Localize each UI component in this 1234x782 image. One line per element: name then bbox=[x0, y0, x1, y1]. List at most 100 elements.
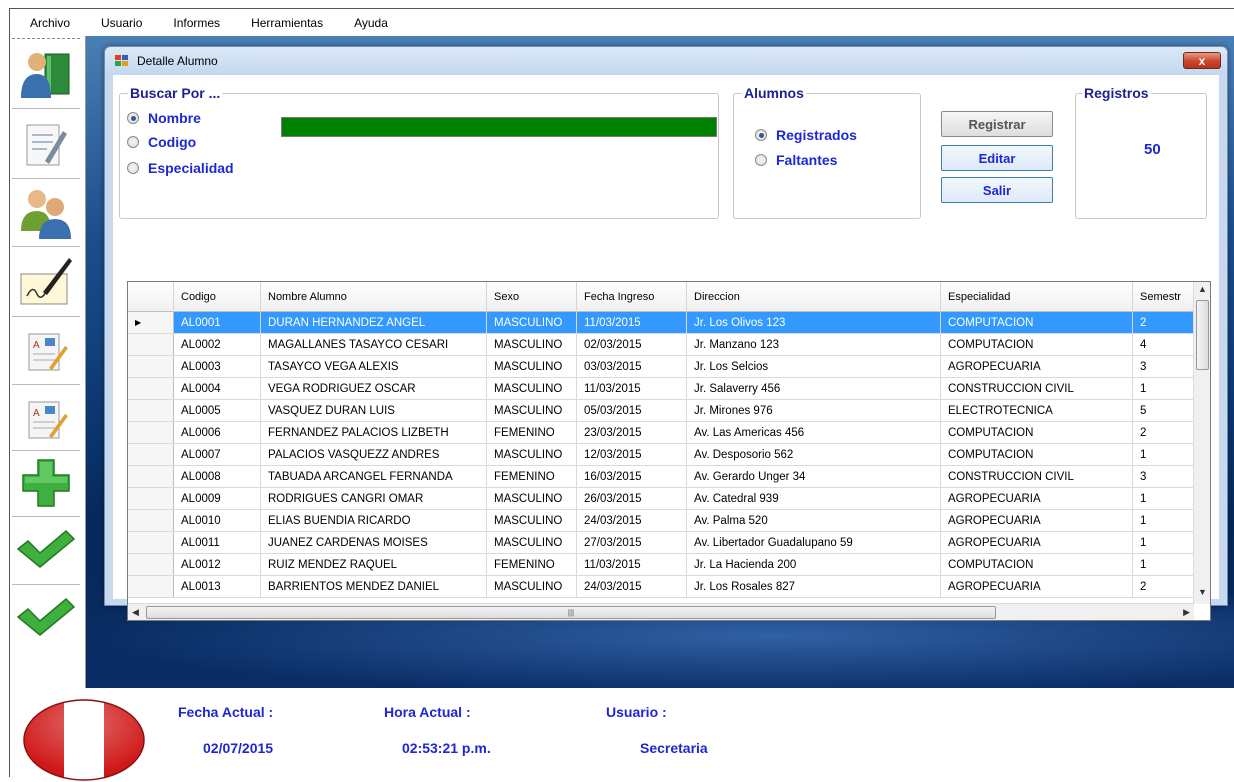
table-cell[interactable]: Av. Desposorio 562 bbox=[687, 444, 941, 465]
table-cell[interactable]: AL0002 bbox=[174, 334, 261, 355]
row-header[interactable] bbox=[128, 422, 174, 443]
row-header[interactable] bbox=[128, 378, 174, 399]
row-header[interactable] bbox=[128, 466, 174, 487]
students-book-button[interactable] bbox=[14, 44, 78, 106]
table-cell[interactable]: 11/03/2015 bbox=[577, 312, 687, 333]
row-header[interactable] bbox=[128, 576, 174, 597]
table-cell[interactable]: MAGALLANES TASAYCO CESARI bbox=[261, 334, 487, 355]
table-cell[interactable]: Jr. La Hacienda 200 bbox=[687, 554, 941, 575]
report-button[interactable]: A bbox=[14, 320, 78, 382]
table-cell[interactable]: 24/03/2015 bbox=[577, 576, 687, 597]
table-cell[interactable]: AL0006 bbox=[174, 422, 261, 443]
table-cell[interactable]: Av. Catedral 939 bbox=[687, 488, 941, 509]
table-cell[interactable]: FEMENINO bbox=[487, 422, 577, 443]
radio-button[interactable] bbox=[127, 136, 139, 148]
menu-ayuda[interactable]: Ayuda bbox=[332, 16, 397, 30]
table-cell[interactable]: TASAYCO VEGA ALEXIS bbox=[261, 356, 487, 377]
table-cell[interactable]: COMPUTACION bbox=[941, 334, 1133, 355]
table-cell[interactable]: BARRIENTOS MENDEZ DANIEL bbox=[261, 576, 487, 597]
table-cell[interactable]: VASQUEZ DURAN LUIS bbox=[261, 400, 487, 421]
row-header[interactable] bbox=[128, 334, 174, 355]
table-cell[interactable]: Jr. Mirones 976 bbox=[687, 400, 941, 421]
radio-button[interactable] bbox=[755, 129, 767, 141]
table-cell[interactable]: MASCULINO bbox=[487, 334, 577, 355]
signature-button[interactable] bbox=[14, 250, 78, 312]
radio-nombre[interactable]: Nombre bbox=[127, 110, 201, 126]
search-input[interactable] bbox=[281, 117, 717, 137]
table-cell[interactable]: FERNANDEZ PALACIOS LIZBETH bbox=[261, 422, 487, 443]
table-cell[interactable]: 11/03/2015 bbox=[577, 378, 687, 399]
table-cell[interactable]: COMPUTACION bbox=[941, 444, 1133, 465]
table-cell[interactable]: AL0007 bbox=[174, 444, 261, 465]
vertical-scrollbar[interactable]: ▲ ▼ bbox=[1193, 282, 1210, 604]
menu-usuario[interactable]: Usuario bbox=[79, 16, 151, 30]
column-header[interactable]: Sexo bbox=[487, 282, 577, 312]
scroll-thumb[interactable] bbox=[1196, 300, 1209, 370]
table-cell[interactable]: Av. Gerardo Unger 34 bbox=[687, 466, 941, 487]
table-row[interactable]: AL0005 VASQUEZ DURAN LUIS MASCULINO 05/03/2… bbox=[128, 400, 1203, 422]
radio-faltantes[interactable]: Faltantes bbox=[755, 152, 837, 168]
table-cell[interactable]: 02/03/2015 bbox=[577, 334, 687, 355]
table-row[interactable]: AL0003 TASAYCO VEGA ALEXIS MASCULINO 03/03/… bbox=[128, 356, 1203, 378]
table-cell[interactable]: Jr. Manzano 123 bbox=[687, 334, 941, 355]
table-cell[interactable]: AL0009 bbox=[174, 488, 261, 509]
table-cell[interactable]: JUANEZ CARDENAS MOISES bbox=[261, 532, 487, 553]
table-cell[interactable]: AGROPECUARIA bbox=[941, 356, 1133, 377]
table-cell[interactable]: 11/03/2015 bbox=[577, 554, 687, 575]
table-cell[interactable]: COMPUTACION bbox=[941, 312, 1133, 333]
salir-button[interactable]: Salir bbox=[941, 177, 1053, 203]
table-cell[interactable]: MASCULINO bbox=[487, 356, 577, 377]
row-header[interactable]: ▶ bbox=[128, 312, 174, 333]
editar-button[interactable]: Editar bbox=[941, 145, 1053, 171]
table-cell[interactable]: ELIAS BUENDIA RICARDO bbox=[261, 510, 487, 531]
table-cell[interactable]: Jr. Los Olivos 123 bbox=[687, 312, 941, 333]
table-cell[interactable]: AL0010 bbox=[174, 510, 261, 531]
row-header[interactable] bbox=[128, 554, 174, 575]
table-cell[interactable]: Jr. Los Rosales 827 bbox=[687, 576, 941, 597]
table-row[interactable]: AL0002 MAGALLANES TASAYCO CESARI MASCULINO… bbox=[128, 334, 1203, 356]
radio-codigo[interactable]: Codigo bbox=[127, 134, 196, 150]
table-cell[interactable]: Av. Libertador Guadalupano 59 bbox=[687, 532, 941, 553]
table-row[interactable]: AL0008 TABUADA ARCANGEL FERNANDA FEMENINO 1… bbox=[128, 466, 1203, 488]
column-header[interactable]: Especialidad bbox=[941, 282, 1133, 312]
table-cell[interactable]: Jr. Salaverry 456 bbox=[687, 378, 941, 399]
table-row[interactable]: AL0004 VEGA RODRIGUEZ OSCAR MASCULINO 11/03… bbox=[128, 378, 1203, 400]
table-cell[interactable]: MASCULINO bbox=[487, 488, 577, 509]
table-cell[interactable]: 26/03/2015 bbox=[577, 488, 687, 509]
table-cell[interactable]: CONSTRUCCION CIVIL bbox=[941, 466, 1133, 487]
table-cell[interactable]: AL0011 bbox=[174, 532, 261, 553]
table-cell[interactable]: AL0003 bbox=[174, 356, 261, 377]
table-row[interactable]: AL0009 RODRIGUES CANGRI OMAR MASCULINO 26/0… bbox=[128, 488, 1203, 510]
table-cell[interactable]: RODRIGUES CANGRI OMAR bbox=[261, 488, 487, 509]
users-button[interactable] bbox=[14, 182, 78, 244]
table-cell[interactable]: AGROPECUARIA bbox=[941, 576, 1133, 597]
table-cell[interactable]: AGROPECUARIA bbox=[941, 510, 1133, 531]
table-cell[interactable]: AGROPECUARIA bbox=[941, 532, 1133, 553]
table-row[interactable]: AL0012 RUIZ MENDEZ RAQUEL FEMENINO 11/03/20… bbox=[128, 554, 1203, 576]
table-cell[interactable]: RUIZ MENDEZ RAQUEL bbox=[261, 554, 487, 575]
radio-especialidad[interactable]: Especialidad bbox=[127, 160, 234, 176]
table-cell[interactable]: AL0001 bbox=[174, 312, 261, 333]
column-header[interactable]: Fecha Ingreso bbox=[577, 282, 687, 312]
scroll-right-icon[interactable]: ▶ bbox=[1183, 607, 1190, 618]
table-cell[interactable]: COMPUTACION bbox=[941, 554, 1133, 575]
alumnos-grid[interactable]: Codigo Nombre Alumno Sexo Fecha Ingreso … bbox=[127, 281, 1211, 621]
table-row[interactable]: AL0006 FERNANDEZ PALACIOS LIZBETH FEMENINO… bbox=[128, 422, 1203, 444]
table-cell[interactable]: ELECTROTECNICA bbox=[941, 400, 1133, 421]
scroll-down-icon[interactable]: ▼ bbox=[1198, 587, 1207, 597]
table-cell[interactable]: Jr. Los Selcios bbox=[687, 356, 941, 377]
close-button[interactable]: x bbox=[1183, 52, 1221, 69]
table-cell[interactable]: 24/03/2015 bbox=[577, 510, 687, 531]
table-cell[interactable]: MASCULINO bbox=[487, 378, 577, 399]
table-row[interactable]: AL0007 PALACIOS VASQUEZZ ANDRES MASCULINO 1… bbox=[128, 444, 1203, 466]
window-titlebar[interactable]: Detalle Alumno x bbox=[105, 47, 1227, 75]
radio-button[interactable] bbox=[127, 162, 139, 174]
table-cell[interactable]: 23/03/2015 bbox=[577, 422, 687, 443]
add-button[interactable] bbox=[14, 452, 78, 514]
report-button-2[interactable]: A bbox=[14, 388, 78, 450]
confirm-button[interactable] bbox=[14, 518, 78, 580]
table-cell[interactable]: MASCULINO bbox=[487, 576, 577, 597]
table-cell[interactable]: Av. Las Americas 456 bbox=[687, 422, 941, 443]
column-header[interactable]: Codigo bbox=[174, 282, 261, 312]
table-cell[interactable]: TABUADA ARCANGEL FERNANDA bbox=[261, 466, 487, 487]
